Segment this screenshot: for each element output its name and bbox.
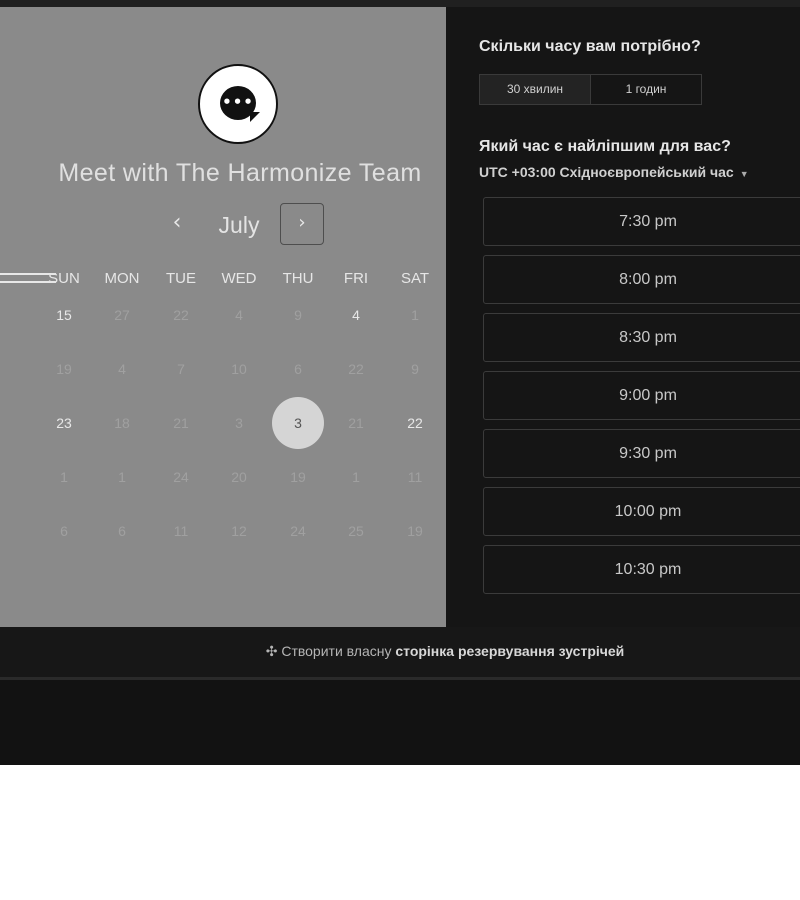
time-slot-button[interactable]: 9:30 pm <box>483 429 800 478</box>
day-cell[interactable]: 24 <box>155 451 207 503</box>
day-cell[interactable]: 22 <box>155 289 207 341</box>
day-cell[interactable]: 1 <box>389 289 441 341</box>
duration-question: Скільки часу вам потрібно? <box>479 38 701 55</box>
day-cell[interactable]: 1 <box>38 451 90 503</box>
day-cell[interactable]: 18 <box>96 397 148 449</box>
page-title: Meet with The Harmonize Team <box>58 159 422 187</box>
footer-bar: ✣ Створити власну сторінка резервування … <box>0 627 800 677</box>
weekday-fri: FRI <box>343 270 369 287</box>
day-cell[interactable]: 21 <box>155 397 207 449</box>
day-cell[interactable]: 10 <box>213 343 265 395</box>
day-cell[interactable]: 9 <box>389 343 441 395</box>
footer-link[interactable]: ✣ Створити власну сторінка резервування … <box>0 643 800 660</box>
day-cell[interactable]: 4 <box>96 343 148 395</box>
month-label: July <box>218 212 260 238</box>
day-cell[interactable]: 25 <box>330 505 382 557</box>
duration-30-min-button[interactable]: 30 хвилин <box>479 74 591 105</box>
time-slot-button[interactable]: 7:30 pm <box>483 197 800 246</box>
calendar-panel: ••• Meet with The Harmonize Team ‹ July … <box>0 7 446 627</box>
day-cell[interactable]: 19 <box>272 451 324 503</box>
day-cell[interactable]: 19 <box>38 343 90 395</box>
day-cell[interactable]: 3 <box>272 397 324 449</box>
time-slot-button[interactable]: 10:00 pm <box>483 487 800 536</box>
day-cell[interactable]: 6 <box>96 505 148 557</box>
day-cell[interactable]: 4 <box>213 289 265 341</box>
day-cell[interactable]: 24 <box>272 505 324 557</box>
footer-link-label: сторінка резервування зустрічей <box>395 643 625 659</box>
day-cell[interactable]: 12 <box>213 505 265 557</box>
day-cell[interactable]: 11 <box>155 505 207 557</box>
weekday-wed: WED <box>221 270 257 287</box>
day-cell[interactable]: 6 <box>38 505 90 557</box>
prev-month-button[interactable]: ‹ <box>163 205 191 241</box>
weekday-tue: TUE <box>166 270 196 287</box>
weekday-thu: THU <box>282 270 314 287</box>
day-cell[interactable]: 22 <box>330 343 382 395</box>
weekday-mon: MON <box>104 270 140 287</box>
day-cell[interactable]: 11 <box>389 451 441 503</box>
timezone-select[interactable]: UTC +03:00 Східноєвропейський час ▼ <box>479 164 749 180</box>
day-cell[interactable]: 4 <box>330 289 382 341</box>
next-month-button[interactable]: › <box>280 203 324 245</box>
time-question: Який час є найліпшим для вас? <box>479 138 731 155</box>
day-cell[interactable]: 1 <box>330 451 382 503</box>
day-cell[interactable]: 22 <box>389 397 441 449</box>
day-cell[interactable]: 1 <box>96 451 148 503</box>
time-slot-button[interactable]: 10:30 pm <box>483 545 800 594</box>
duration-1-hour-button[interactable]: 1 годин <box>590 74 702 105</box>
footer-prefix: Створити власну <box>281 643 392 659</box>
booking-panel: Скільки часу вам потрібно? 30 хвилин 1 г… <box>446 7 800 627</box>
day-cell[interactable]: 15 <box>38 289 90 341</box>
time-slot-button[interactable]: 9:00 pm <box>483 371 800 420</box>
day-cell[interactable]: 6 <box>272 343 324 395</box>
hubspot-sprocket-icon: ✣ <box>265 643 278 659</box>
team-logo: ••• <box>198 64 278 144</box>
weekday-sat: SAT <box>400 270 430 287</box>
day-cell[interactable]: 20 <box>213 451 265 503</box>
bottom-bar <box>0 677 800 765</box>
time-slot-button[interactable]: 8:30 pm <box>483 313 800 362</box>
weekday-sun: SUN <box>48 270 80 287</box>
day-cell[interactable]: 19 <box>389 505 441 557</box>
day-cell[interactable]: 27 <box>96 289 148 341</box>
day-cell[interactable]: 9 <box>272 289 324 341</box>
timezone-label: UTC +03:00 Східноєвропейський час <box>479 164 734 180</box>
day-cell[interactable]: 21 <box>330 397 382 449</box>
caret-down-icon: ▼ <box>739 169 749 179</box>
day-cell[interactable]: 7 <box>155 343 207 395</box>
time-slot-button[interactable]: 8:00 pm <box>483 255 800 304</box>
day-cell[interactable]: 23 <box>38 397 90 449</box>
day-cell[interactable]: 3 <box>213 397 265 449</box>
top-strip <box>0 0 800 7</box>
